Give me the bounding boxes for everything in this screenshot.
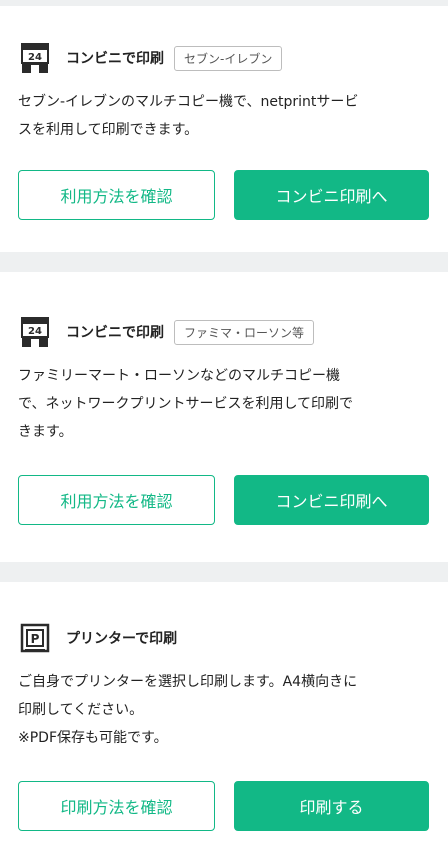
- card-description: ファミリーマート・ローソンなどのマルチコピー機 で、ネットワークプリントサービス…: [18, 362, 428, 446]
- description-line: セブン-イレブンのマルチコピー機で、netprintサービ: [18, 94, 359, 110]
- check-print-method-button[interactable]: 印刷方法を確認: [18, 781, 215, 831]
- card-title: コンビニで印刷: [66, 51, 164, 67]
- print-button[interactable]: 印刷する: [234, 781, 429, 831]
- convenience-store-24-icon: 24: [18, 42, 52, 74]
- card-description: セブン-イレブンのマルチコピー機で、netprintサービ スを利用して印刷でき…: [18, 88, 428, 144]
- print-option-card-famima-lawson: 24 コンビニで印刷 ファミマ・ローソン等 ファミリーマート・ローソンなどのマル…: [0, 272, 448, 562]
- svg-text:24: 24: [28, 326, 42, 337]
- description-line: で、ネットワークプリントサービスを利用して印刷で: [18, 396, 354, 412]
- store-tag: セブン-イレブン: [174, 45, 283, 71]
- card-title: プリンターで印刷: [66, 631, 178, 647]
- card-title: コンビニで印刷: [66, 325, 164, 341]
- convenience-print-button[interactable]: コンビニ印刷へ: [234, 170, 429, 220]
- description-line: スを利用して印刷できます。: [18, 122, 199, 138]
- description-line: ご自身でプリンターを選択し印刷します。A4横向きに: [18, 674, 358, 690]
- convenience-store-24-icon: 24: [18, 316, 52, 348]
- print-option-card-printer: P プリンターで印刷 ご自身でプリンターを選択し印刷します。A4横向きに 印刷し…: [0, 582, 448, 848]
- svg-text:24: 24: [28, 52, 42, 63]
- card-title-row: 24 コンビニで印刷 セブン-イレブン: [18, 42, 283, 74]
- print-option-card-seven: 24 コンビニで印刷 セブン-イレブン セブン-イレブンのマルチコピー機で、ne…: [0, 6, 448, 252]
- description-line: きます。: [18, 424, 73, 440]
- svg-text:P: P: [31, 632, 40, 646]
- convenience-print-button[interactable]: コンビニ印刷へ: [234, 475, 429, 525]
- check-usage-button[interactable]: 利用方法を確認: [18, 170, 215, 220]
- printer-icon: P: [18, 622, 52, 654]
- card-title-row: P プリンターで印刷: [18, 622, 177, 654]
- description-line: 印刷してください。: [18, 702, 144, 718]
- card-title-row: 24 コンビニで印刷 ファミマ・ローソン等: [18, 316, 315, 348]
- store-tag: ファミマ・ローソン等: [174, 319, 315, 345]
- check-usage-button[interactable]: 利用方法を確認: [18, 475, 215, 525]
- description-line: ※PDF保存も可能です。: [18, 730, 168, 746]
- description-line: ファミリーマート・ローソンなどのマルチコピー機: [18, 368, 340, 384]
- card-description: ご自身でプリンターを選択し印刷します。A4横向きに 印刷してください。 ※PDF…: [18, 668, 428, 752]
